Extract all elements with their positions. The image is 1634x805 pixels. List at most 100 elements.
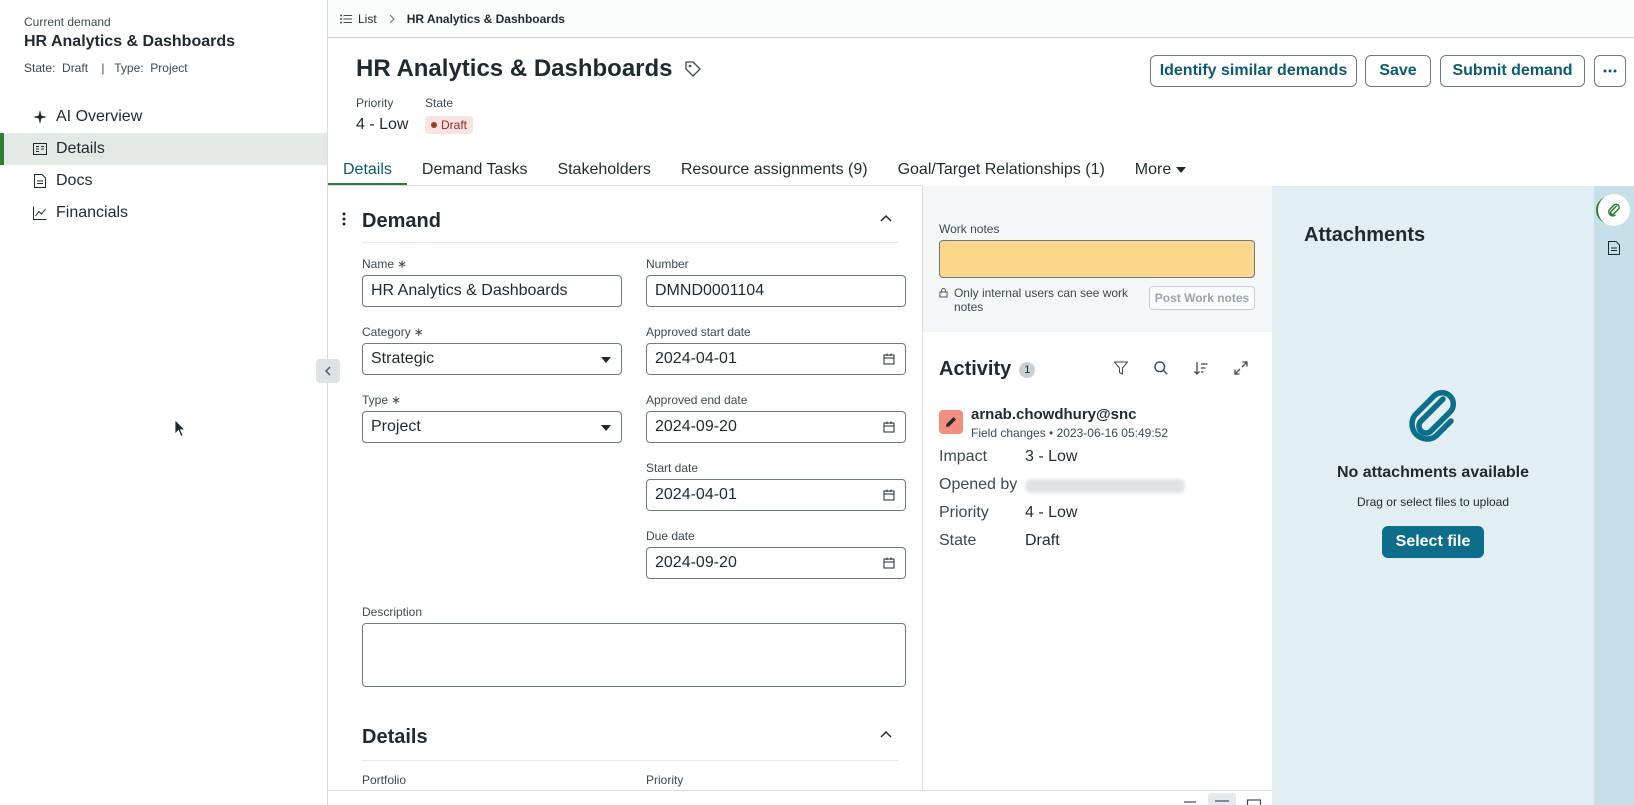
approved-end-date-label: Approved end date	[646, 393, 748, 407]
description-textarea[interactable]	[362, 623, 906, 687]
ellipsis-icon	[1603, 69, 1617, 73]
save-button[interactable]: Save	[1365, 55, 1431, 87]
chevron-up-icon[interactable]	[878, 726, 894, 742]
select-file-button[interactable]: Select file	[1382, 526, 1484, 558]
change-value: 4 - Low	[1025, 504, 1078, 521]
type-select[interactable]: Project	[362, 411, 622, 443]
activity-entry-meta: Field changes • 2023-06-16 05:49:52	[971, 426, 1169, 440]
status-badge: Draft	[425, 116, 474, 134]
calendar-icon[interactable]	[883, 421, 895, 433]
status-badge-text: Draft	[441, 118, 468, 132]
calendar-icon[interactable]	[883, 489, 895, 501]
search-icon	[1154, 361, 1168, 375]
layout-panel-icon[interactable]	[1246, 796, 1262, 805]
search-button[interactable]	[1151, 358, 1171, 378]
section-heading-details: Details	[362, 726, 428, 748]
details-priority-label: Priority	[646, 773, 684, 787]
header-state: State Draft	[425, 96, 474, 134]
redacted-value	[1025, 479, 1185, 493]
layout-list-icon[interactable]	[1182, 796, 1198, 805]
type-label-text: Type	[362, 393, 389, 407]
sidebar-item-details[interactable]: Details	[0, 133, 327, 165]
activity-title-text: Activity	[939, 358, 1012, 380]
required-mark: ∗	[413, 325, 424, 339]
change-key: Priority	[939, 504, 989, 521]
caret-down-icon	[601, 357, 611, 363]
sort-button[interactable]	[1191, 358, 1211, 378]
required-mark: ∗	[397, 257, 408, 271]
tab-details[interactable]: Details	[328, 154, 407, 186]
name-field[interactable]: HR Analytics & Dashboards	[362, 275, 622, 307]
paperclip-icon	[1409, 390, 1457, 442]
calendar-icon[interactable]	[883, 557, 895, 569]
tab-more[interactable]: More	[1120, 154, 1201, 186]
breadcrumb-current: HR Analytics & Dashboards	[406, 11, 565, 26]
document-icon	[32, 173, 48, 189]
due-date-value: 2024-09-20	[655, 554, 737, 571]
post-work-notes-button[interactable]: Post Work notes	[1149, 286, 1255, 310]
chevron-up-icon[interactable]	[878, 210, 894, 226]
paperclip-icon	[1608, 203, 1620, 217]
identify-similar-demands-button[interactable]: Identify similar demands	[1150, 55, 1357, 87]
category-label-text: Category	[362, 325, 411, 339]
start-date-field[interactable]: 2024-04-01	[646, 479, 906, 511]
description-label: Description	[362, 605, 423, 619]
sidebar-item-label: Details	[56, 140, 105, 157]
tab-goal-target-relationships[interactable]: Goal/Target Relationships (1)	[883, 154, 1120, 186]
rail-documents-button[interactable]	[1598, 232, 1630, 264]
approved-start-date-value: 2024-04-01	[655, 350, 737, 367]
filter-icon	[1114, 361, 1128, 375]
expand-button[interactable]	[1231, 358, 1251, 378]
calendar-icon[interactable]	[883, 353, 895, 365]
more-actions-button[interactable]	[1594, 55, 1626, 87]
details-icon	[32, 141, 48, 157]
activity-entry-user: arnab.chowdhury@snc	[971, 406, 1137, 423]
right-rail	[1594, 186, 1634, 805]
header-priority: Priority 4 - Low	[356, 96, 408, 134]
layout-split-icon	[1215, 800, 1229, 802]
due-date-field[interactable]: 2024-09-20	[646, 547, 906, 579]
number-label: Number	[646, 257, 689, 271]
sidebar-item-docs[interactable]: Docs	[0, 165, 327, 197]
status-dot-icon	[431, 122, 437, 128]
activity-change-row: State Draft	[939, 532, 1060, 550]
list-icon	[340, 14, 352, 23]
tab-demand-tasks[interactable]: Demand Tasks	[407, 154, 543, 186]
tab-resource-assignments[interactable]: Resource assignments (9)	[666, 154, 883, 186]
section-menu-icon[interactable]	[342, 212, 346, 226]
portfolio-label: Portfolio	[362, 773, 407, 787]
collapse-sidebar-button[interactable]	[316, 359, 340, 383]
activity-title: Activity 1	[939, 358, 1036, 381]
sidebar-item-ai-overview[interactable]: AI Overview	[0, 101, 327, 133]
approved-end-date-value: 2024-09-20	[655, 418, 737, 435]
pencil-icon	[946, 417, 956, 427]
due-date-label: Due date	[646, 529, 695, 543]
filter-button[interactable]	[1111, 358, 1131, 378]
activity-change-row: Opened by	[939, 476, 1185, 494]
work-notes-note-text: Only internal users can see work notes	[953, 286, 1129, 314]
category-select[interactable]: Strategic	[362, 343, 622, 375]
tag-icon[interactable]	[684, 61, 701, 77]
attachments-panel: Attachments No attachments available Dra…	[1272, 186, 1594, 805]
change-key: State	[939, 532, 977, 549]
attachments-hint: Drag or select files to upload	[1356, 495, 1510, 509]
approved-end-date-field[interactable]: 2024-09-20	[646, 411, 906, 443]
chevron-right-icon	[389, 14, 395, 23]
sidebar-item-label: Docs	[56, 172, 93, 189]
approved-start-date-field[interactable]: 2024-04-01	[646, 343, 906, 375]
submit-demand-button[interactable]: Submit demand	[1440, 55, 1585, 87]
change-value: Draft	[1025, 532, 1060, 549]
caret-down-icon	[601, 425, 611, 431]
layout-split-button[interactable]	[1208, 793, 1236, 805]
name-label-text: Name	[362, 257, 395, 271]
form-column: Demand Name ∗ HR Analytics & Dashboards N…	[328, 186, 922, 791]
sidebar-item-financials[interactable]: Financials	[0, 197, 327, 229]
number-field[interactable]: DMND0001104	[646, 275, 906, 307]
tab-stakeholders[interactable]: Stakeholders	[542, 154, 665, 186]
work-notes-input[interactable]	[939, 240, 1255, 278]
breadcrumb-list-link[interactable]: List	[358, 12, 377, 26]
record-sidebar: Current demand HR Analytics & Dashboards…	[0, 0, 328, 805]
work-notes-area: Work notes Only internal users can see w…	[923, 186, 1272, 332]
sidebar-nav: AI Overview Details Docs Financials	[0, 101, 327, 229]
rail-attachments-button[interactable]	[1598, 194, 1630, 226]
